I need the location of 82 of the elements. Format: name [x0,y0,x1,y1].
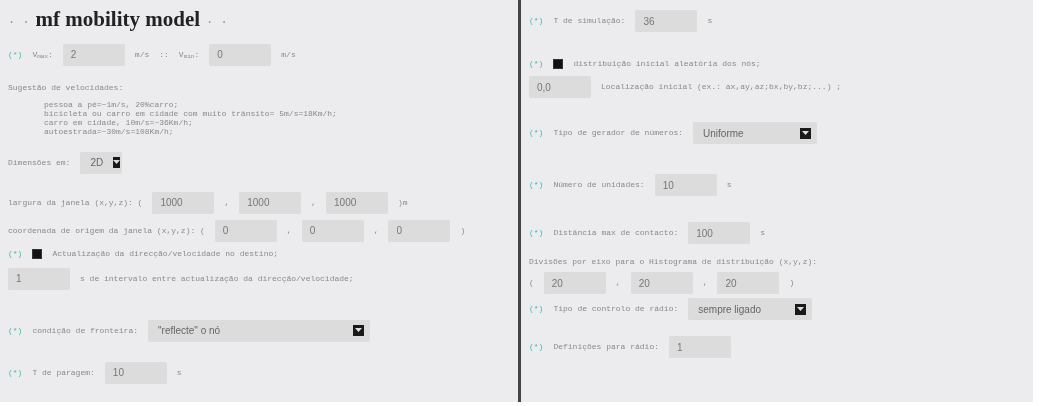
input-field[interactable]: 1 [669,336,732,358]
field-label: s [176,366,182,379]
field-label: Actualização da direcção/velocidade no destino; [52,247,279,260]
field-label: :: [159,48,169,61]
caret-icon [795,303,807,315]
required-marker: (*) [529,58,544,70]
required-marker: (*) [529,303,544,315]
field-label: Distância max de contacto: [553,227,679,239]
suggestion-line: autoestrada=~30m/s=108Km/h; [44,126,175,136]
required-marker: (*) [8,247,23,260]
input-field[interactable]: 20 [630,272,693,294]
field-label: , [702,277,708,289]
field-label: ) [789,277,795,289]
input-field[interactable]: 0 [214,219,277,242]
caret-icon [113,157,121,168]
required-marker: (*) [529,227,544,239]
field-label: Localização inicial (ex.: ax,ay,az;bx,by,bz;...) ; [601,81,842,93]
field-label: condição de fronteira: [32,324,139,337]
input-field[interactable]: 0 [209,43,272,66]
field-label: Dimensões em: [8,156,71,169]
field-label: Sugestão de velocidades: [8,81,124,94]
dropdown[interactable]: "reflecte" o nó [148,319,371,342]
field-label: coordenada de origem da janela (x,y,z): ( [8,224,205,237]
field-label: , [615,277,621,289]
field-label: , [224,196,230,209]
required-marker: (*) [529,341,544,353]
title-dots: . . [206,11,228,29]
page-title: mf mobility model [35,6,201,33]
suggestion-line: carro em cidade, 10m/s=~36Km/h; [44,117,194,127]
required-marker: (*) [529,127,544,139]
dropdown[interactable]: Uniforme [693,122,818,144]
caret-icon [353,325,365,336]
checkbox[interactable] [32,248,43,259]
required-marker: (*) [529,179,544,191]
field-label: s [707,15,713,27]
required-marker: (*) [8,366,23,379]
field-label: s [726,179,732,191]
field-label: V$_{max}$: [32,48,53,61]
suggestion-line: pessoa a pé=~1m/s, 20%carro; [44,99,180,109]
field-label: ) [460,224,466,237]
caret-icon [800,127,812,139]
field-label: , [373,224,379,237]
suggestion-line: bicicleta ou carro em cidade com muito trânsito= 5m/s=18Km/h; [44,108,337,118]
field-label: Tipo de gerador de números: [553,127,684,139]
field-label: Número de unidades: [553,179,645,191]
input-field[interactable]: 36 [635,10,698,32]
field-label: V$_{min}$: [178,48,200,61]
field-label: s [760,227,766,239]
field-label: ( [529,277,534,289]
field-label: Definições para rádio: [553,341,660,353]
field-label: m/s [134,48,150,61]
input-field[interactable]: 20 [543,272,606,294]
input-field[interactable]: 20 [717,272,780,294]
field-label: T de paragem: [32,366,95,379]
dropdown[interactable]: sempre ligado [688,298,813,320]
field-label: Tipo de controlo de rádio: [553,303,679,315]
field-label: , [286,224,292,237]
required-marker: (*) [8,324,23,337]
input-field[interactable]: 0,0 [529,76,591,98]
input-field[interactable]: 0 [301,219,364,242]
input-field[interactable]: 1000 [326,191,389,214]
field-label: , [311,196,317,209]
input-field[interactable]: 0 [388,219,451,242]
field-label: s de intervalo entre actualização da direcção/velocidade; [80,272,354,285]
field-label: Divisões por eixo para o Histograma de distribuição (x,y,z): [529,256,818,268]
input-field[interactable]: 1000 [239,191,302,214]
title-dots: . . [8,11,30,29]
required-marker: (*) [529,15,544,27]
field-label: distribuição inicial aleatória dos nós; [573,58,761,70]
required-marker: (*) [8,48,23,61]
field-label: m/s [281,48,296,61]
input-field[interactable]: 1 [8,267,70,290]
checkbox[interactable] [553,59,564,69]
input-field[interactable]: 100 [688,222,751,244]
field-label: T de simulação: [553,15,626,27]
input-field[interactable]: 10 [104,361,167,384]
input-field[interactable]: 1000 [152,191,215,214]
input-field[interactable]: 2 [62,43,125,66]
input-field[interactable]: 10 [654,174,717,196]
field-label: largura da janela (x,y,z): ( [8,196,143,209]
field-label: )m [398,196,408,209]
dropdown[interactable]: 2D [80,151,123,174]
